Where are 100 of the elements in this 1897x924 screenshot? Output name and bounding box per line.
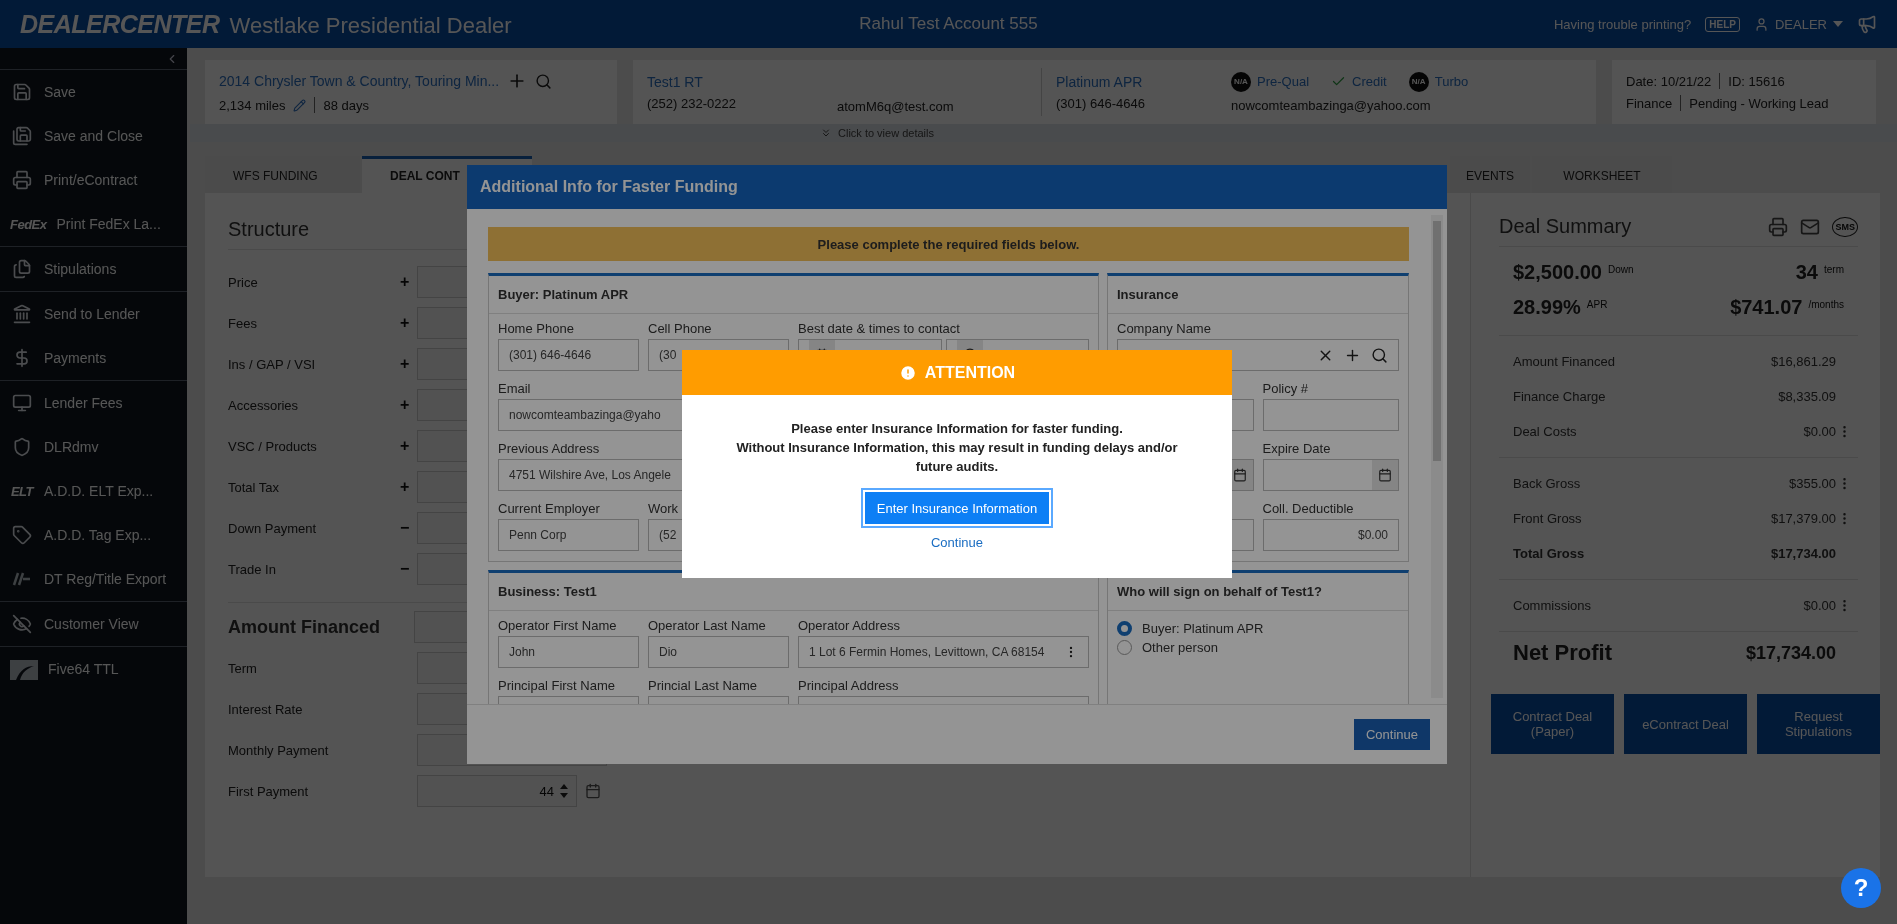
continue-button[interactable]: Continue — [1353, 719, 1430, 750]
enter-insurance-button[interactable]: Enter Insurance Information — [862, 490, 1052, 526]
radio-button[interactable] — [1117, 621, 1132, 636]
sidebar-item[interactable]: Customer View — [0, 602, 187, 646]
sidebar-item[interactable]: ELT A.D.D. ELT Exp... — [0, 469, 187, 513]
printer-icon[interactable] — [1768, 216, 1789, 237]
megaphone-icon[interactable] — [1857, 14, 1877, 34]
input-field[interactable]: Penn Corp — [498, 519, 639, 551]
documents-icon — [12, 259, 32, 279]
summary-label: Finance Charge — [1513, 389, 1606, 404]
sidebar-item[interactable]: Lender Fees — [0, 381, 187, 425]
date-field[interactable] — [1262, 459, 1399, 491]
search-icon[interactable] — [535, 72, 553, 90]
action-button[interactable]: Contract Deal (Paper) — [1491, 694, 1614, 754]
sidebar-item[interactable]: Five64 TTL — [0, 647, 187, 691]
field-label: VSC / Products — [228, 438, 318, 454]
email-text: nowcomteambazinga@yahoo.com — [1231, 97, 1432, 113]
search-icon[interactable] — [1371, 346, 1388, 364]
days-text: 88 days — [323, 97, 370, 113]
section-title: Buyer: Platinum APR — [489, 276, 1098, 314]
summary-value: $0.00 — [1803, 424, 1836, 439]
input-field[interactable] — [1262, 399, 1399, 431]
summary-value: $355.00 — [1789, 476, 1836, 491]
field-label: Term — [228, 660, 258, 676]
shield-icon — [12, 437, 32, 457]
department-text: Finance — [1626, 95, 1673, 111]
input-field[interactable]: $0.00 — [1262, 519, 1399, 551]
status-link[interactable]: Credit — [1331, 74, 1387, 89]
panel-title: Deal Summary — [1499, 215, 1632, 238]
bank-icon — [12, 304, 32, 324]
field-label: Operator Last Name — [648, 617, 766, 633]
field-label: Down Payment — [228, 520, 318, 536]
action-button[interactable]: eContract Deal — [1624, 694, 1747, 754]
input-field[interactable]: John — [498, 636, 639, 668]
sidebar-item[interactable]: A.D.D. Tag Exp... — [0, 513, 187, 557]
summary-value: $0.00 — [1803, 598, 1836, 613]
input-field[interactable]: (301) 646-4646 — [498, 339, 639, 371]
sidebar-item[interactable]: Save and Close — [0, 114, 187, 158]
spinner-icon[interactable] — [560, 784, 568, 798]
net-profit-value: $17,734.00 — [1745, 642, 1836, 664]
field-label: Trade In — [228, 561, 277, 577]
sidebar-item[interactable]: DLRdmv — [0, 425, 187, 469]
account-name: Rahul Test Account 555 — [859, 14, 1038, 34]
cobuyer-link[interactable]: Platinum APR — [1056, 73, 1231, 90]
radio-option[interactable]: Buyer: Platinum APR — [1117, 621, 1399, 636]
sign-symbol: + — [400, 396, 411, 414]
monitor-icon — [12, 393, 32, 413]
logo-text: ELT — [10, 483, 34, 499]
sidebar-item[interactable]: Send to Lender — [0, 292, 187, 336]
radio-option[interactable]: Other person — [1117, 640, 1399, 655]
vehicle-link[interactable]: 2014 Chrysler Town & Country, Touring Min... — [219, 73, 500, 89]
field-label: Fees — [228, 315, 258, 331]
radio-button[interactable] — [1117, 640, 1132, 655]
field-label: Ins / GAP / VSI — [228, 356, 317, 372]
field-label: Expire Date — [1262, 440, 1331, 456]
id-text: ID: 15616 — [1728, 73, 1785, 89]
field-label: Operator Address — [798, 617, 900, 633]
sidebar-item[interactable]: Stipulations — [0, 247, 187, 291]
print-help-link[interactable]: Having trouble printing? — [1554, 16, 1692, 32]
sidebar-item[interactable]: Print/eContract — [0, 158, 187, 202]
pencil-icon[interactable] — [293, 98, 307, 112]
help-button[interactable]: ? — [1841, 868, 1881, 908]
section-title: Insurance — [1108, 276, 1408, 314]
logo-icon — [10, 658, 38, 680]
input-field[interactable]: 1 Lot 6 Fermin Homes, Levittown, CA 68154 — [798, 636, 1089, 668]
sidebar-item[interactable]: DT Reg/Title Export — [0, 557, 187, 601]
date-text: Date: 10/21/22 — [1626, 73, 1712, 89]
logo-text: FedEx — [10, 216, 47, 232]
sign-symbol: + — [400, 273, 411, 291]
alert-title: ATTENTION — [682, 350, 1232, 395]
scrollbar[interactable] — [1431, 215, 1443, 698]
status-link[interactable]: N/A Turbo — [1408, 71, 1469, 92]
field-label: Operator First Name — [498, 617, 617, 633]
sign-symbol: − — [400, 519, 411, 537]
action-button[interactable]: Request Stipulations — [1757, 694, 1880, 754]
help-button[interactable]: HELP — [1705, 16, 1740, 32]
phone-text: (252) 232-0222 — [647, 95, 737, 111]
phone-text: (301) 646-4646 — [1056, 95, 1146, 111]
field-label: Principal Address — [798, 677, 899, 693]
sign-symbol: + — [400, 478, 411, 496]
sidebar-item[interactable]: Payments — [0, 336, 187, 380]
input-field[interactable]: 44 — [417, 775, 577, 807]
sidebar-item[interactable]: FedEx Print FedEx La... — [0, 202, 187, 246]
brand-logo: DEALERCENTER — [20, 9, 220, 39]
field-label: Work — [648, 500, 679, 516]
field-label: Accessories — [228, 397, 300, 413]
status-link[interactable]: N/A Pre-Qual — [1231, 71, 1310, 92]
dealer-name: Westlake Presidential Dealer — [229, 12, 512, 39]
summary-label: Deal Costs — [1513, 424, 1577, 439]
summary-label: Total Gross — [1513, 546, 1585, 561]
sidebar-item[interactable]: Save — [0, 70, 187, 114]
status-badge: N/A — [1408, 71, 1429, 92]
input-field[interactable]: Dio — [648, 636, 789, 668]
summary-label: Front Gross — [1513, 511, 1582, 526]
field-label: Best date & times to contact — [798, 320, 960, 336]
user-menu[interactable]: DEALER — [1753, 16, 1843, 32]
continue-link[interactable]: Continue — [930, 535, 983, 550]
dt-logo-icon — [12, 572, 32, 586]
buyer-link[interactable]: Test1 RT — [647, 73, 837, 90]
stat-value: 34 — [1795, 261, 1818, 284]
